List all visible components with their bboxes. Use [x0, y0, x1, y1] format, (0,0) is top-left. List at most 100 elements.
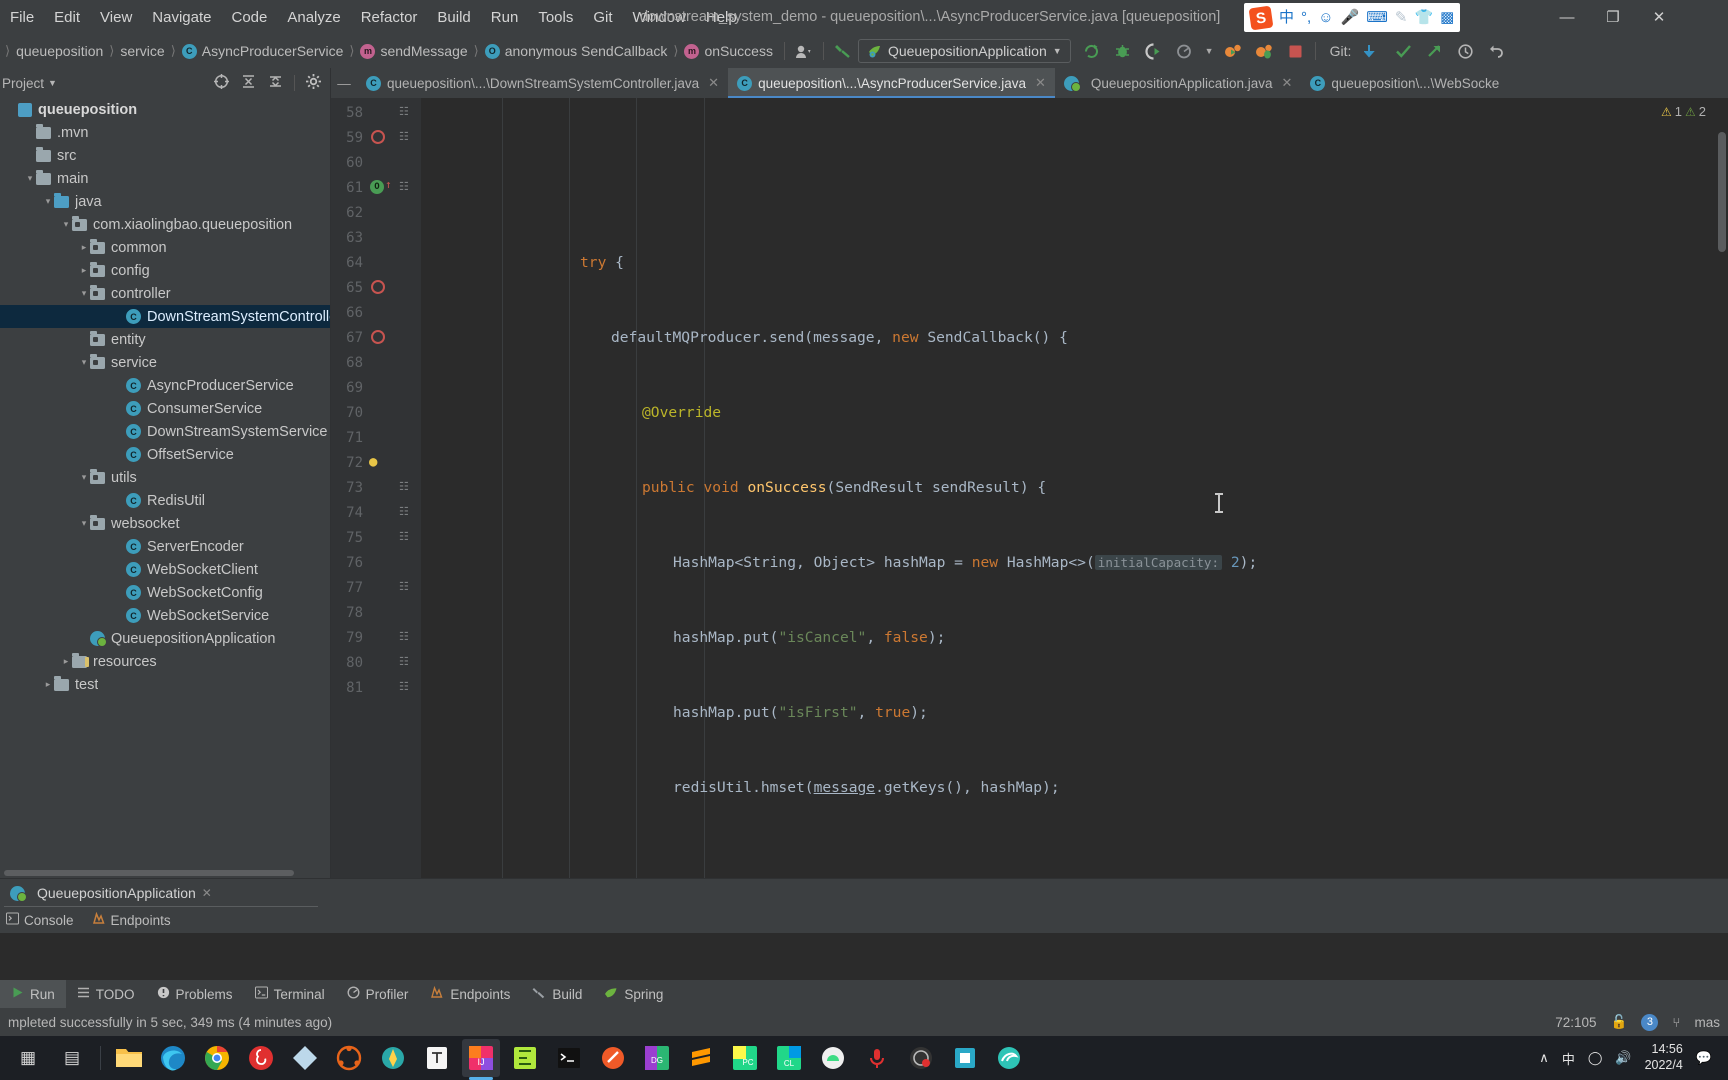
- tree-toggle-icon[interactable]: [60, 219, 72, 230]
- tab-queuepositionapplication[interactable]: QueuepositionApplication.java ✕: [1055, 68, 1302, 98]
- gutter-line[interactable]: 81 ☷: [331, 675, 421, 700]
- gutter-line[interactable]: 67: [331, 325, 421, 350]
- inspection-widget[interactable]: ⚠ 1 ⚠ 2: [1661, 104, 1706, 119]
- gutter-line[interactable]: 76: [331, 550, 421, 575]
- caret-position[interactable]: 72:105: [1555, 1015, 1596, 1030]
- code-fold-icon[interactable]: ☷: [399, 481, 409, 493]
- ime-toolbox-icon[interactable]: ▩: [1440, 10, 1454, 25]
- code-fold-icon[interactable]: ☷: [399, 581, 409, 593]
- tree-toggle-icon[interactable]: [78, 265, 90, 276]
- gutter-line[interactable]: 68: [331, 350, 421, 375]
- user-avatar-icon[interactable]: [793, 40, 815, 62]
- code-editor[interactable]: 58 ☷ 59 ☷ 60 61 O ↑ ☷ 62 63 64 65 66 67 68 69 70 71 72 ● 73 ☷ 7…: [331, 98, 1728, 878]
- chevron-down-icon[interactable]: ▼: [1205, 46, 1214, 56]
- git-history-icon[interactable]: [1454, 40, 1476, 62]
- gutter-line[interactable]: 59 ☷: [331, 125, 421, 150]
- menu-build[interactable]: Build: [427, 9, 480, 26]
- gear-icon[interactable]: [305, 73, 322, 93]
- cmd-icon[interactable]: [550, 1039, 588, 1077]
- chevron-up-icon[interactable]: ∧: [1539, 1050, 1549, 1066]
- tree-toggle-icon[interactable]: [78, 242, 90, 253]
- ime-skin-icon[interactable]: 👕: [1414, 10, 1433, 25]
- run-configuration-selector[interactable]: QueuepositionApplication ▼: [857, 39, 1071, 63]
- breakpoint-icon[interactable]: [371, 330, 385, 344]
- code-fold-icon[interactable]: ☷: [399, 631, 409, 643]
- tree-node[interactable]: service: [0, 351, 330, 374]
- tree-node[interactable]: C ServerEncoder: [0, 535, 330, 558]
- gutter-line[interactable]: 77 ☷: [331, 575, 421, 600]
- menu-tools[interactable]: Tools: [528, 9, 583, 26]
- tree-node[interactable]: C ConsumerService: [0, 397, 330, 420]
- gutter-line[interactable]: 65: [331, 275, 421, 300]
- close-icon[interactable]: ✕: [708, 75, 719, 91]
- gutter-line[interactable]: 69: [331, 375, 421, 400]
- tree-node[interactable]: java: [0, 190, 330, 213]
- git-update-project-icon[interactable]: [1361, 40, 1383, 62]
- menu-view[interactable]: View: [90, 9, 142, 26]
- code-fold-icon[interactable]: ☷: [399, 656, 409, 668]
- chrome-icon[interactable]: [198, 1039, 236, 1077]
- tree-node[interactable]: queueposition: [0, 98, 330, 121]
- tree-toggle-icon[interactable]: [60, 656, 72, 667]
- ubuntu-icon[interactable]: [330, 1039, 368, 1077]
- tree-node[interactable]: C WebSocketService: [0, 604, 330, 627]
- toolwindow-spring[interactable]: Spring: [593, 980, 674, 1008]
- hide-tabs-icon[interactable]: —: [331, 68, 357, 98]
- lock-icon[interactable]: 🔓: [1611, 1014, 1628, 1030]
- git-branch-label[interactable]: mas: [1694, 1015, 1720, 1030]
- gutter-line[interactable]: 70: [331, 400, 421, 425]
- ime-punctuation-icon[interactable]: °,: [1301, 10, 1311, 25]
- gutter-line[interactable]: 72 ●: [331, 450, 421, 475]
- breadcrumb-asyncproducerservice[interactable]: C AsyncProducerService: [179, 43, 347, 59]
- gutter-line[interactable]: 60: [331, 150, 421, 175]
- tree-node[interactable]: test: [0, 673, 330, 696]
- ime-chinese-mode-icon[interactable]: 中: [1279, 10, 1294, 25]
- sogou-icon[interactable]: [990, 1039, 1028, 1077]
- gutter-line[interactable]: 80 ☷: [331, 650, 421, 675]
- toolwindow-build[interactable]: Build: [521, 980, 593, 1008]
- sublime-icon[interactable]: [682, 1039, 720, 1077]
- menu-navigate[interactable]: Navigate: [142, 9, 221, 26]
- project-tree[interactable]: queueposition .mvn src main java com.xiaoling…: [0, 98, 330, 878]
- network-icon[interactable]: ◯: [1588, 1050, 1603, 1066]
- expand-all-icon[interactable]: [267, 73, 284, 93]
- tree-node[interactable]: com.xiaolingbao.queueposition: [0, 213, 330, 236]
- toolwindow-problems[interactable]: Problems: [146, 980, 244, 1008]
- gutter-line[interactable]: 66: [331, 300, 421, 325]
- tree-node[interactable]: common: [0, 236, 330, 259]
- git-commit-icon[interactable]: [1392, 40, 1414, 62]
- menu-edit[interactable]: Edit: [44, 9, 90, 26]
- toolwindow-terminal[interactable]: Terminal: [244, 980, 336, 1008]
- tree-node[interactable]: C OffsetService: [0, 443, 330, 466]
- rerun-icon[interactable]: [1081, 40, 1103, 62]
- breadcrumb-service[interactable]: service: [117, 43, 167, 59]
- code-fold-icon[interactable]: ☷: [399, 131, 409, 143]
- git-branch-icon[interactable]: ⑂: [1672, 1015, 1680, 1030]
- ime-indicator[interactable]: 中: [1562, 1049, 1575, 1068]
- media-icon[interactable]: [902, 1039, 940, 1077]
- inspection-badge[interactable]: 3: [1641, 1013, 1659, 1031]
- code-fold-icon[interactable]: ☷: [399, 506, 409, 518]
- tree-node[interactable]: utils: [0, 466, 330, 489]
- toolwindow-todo[interactable]: TODO: [66, 980, 146, 1008]
- mic-icon[interactable]: [858, 1039, 896, 1077]
- volume-icon[interactable]: 🔊: [1615, 1050, 1631, 1066]
- gutter-line[interactable]: 79 ☷: [331, 625, 421, 650]
- window-maximize-button[interactable]: ❐: [1590, 0, 1636, 34]
- start-icon[interactable]: ▦: [9, 1039, 47, 1077]
- postman-icon[interactable]: [594, 1039, 632, 1077]
- tree-node[interactable]: main: [0, 167, 330, 190]
- tree-toggle-icon[interactable]: [78, 472, 90, 483]
- gutter-line[interactable]: 63: [331, 225, 421, 250]
- tab-asyncproducerservice[interactable]: C queueposition\...\AsyncProducerService…: [728, 68, 1055, 98]
- subtab-endpoints[interactable]: Endpoints: [92, 911, 171, 928]
- tree-node[interactable]: resources: [0, 650, 330, 673]
- run-tab-queuepositionapplication[interactable]: QueuepositionApplication ✕: [4, 879, 318, 907]
- tree-toggle-icon[interactable]: [42, 679, 54, 690]
- tree-toggle-icon[interactable]: [78, 288, 90, 299]
- profile-icon[interactable]: [1174, 40, 1196, 62]
- breadcrumb-queueposition[interactable]: queueposition: [13, 43, 106, 59]
- ime-handwriting-icon[interactable]: ✎: [1395, 10, 1408, 25]
- intellij-idea-icon[interactable]: IJ: [462, 1039, 500, 1080]
- project-panel-title[interactable]: Project ▼: [2, 76, 57, 91]
